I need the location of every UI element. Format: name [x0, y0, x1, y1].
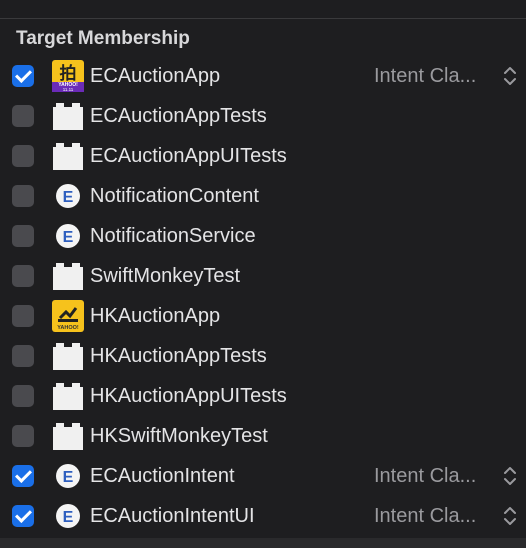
target-row: HKAuctionAppTests — [0, 336, 526, 376]
section-title: Target Membership — [16, 28, 190, 49]
target-checkbox[interactable] — [12, 185, 34, 207]
target-checkbox[interactable] — [12, 345, 34, 367]
target-name: ECAuctionApp — [90, 65, 221, 87]
target-checkbox[interactable] — [12, 225, 34, 247]
bundle-icon — [52, 340, 84, 372]
target-row: HKSwiftMonkeyTest — [0, 416, 526, 456]
svg-text:11.11: 11.11 — [63, 87, 74, 92]
svg-text:拍: 拍 — [60, 63, 77, 84]
target-row: YAHOO! HKAuctionApp — [0, 296, 526, 336]
target-checkbox[interactable] — [12, 265, 34, 287]
target-checkbox[interactable] — [12, 465, 34, 487]
chevron-updown-icon[interactable] — [502, 464, 518, 488]
extension-icon: E — [52, 460, 84, 492]
bundle-icon — [52, 100, 84, 132]
extension-icon: E — [52, 220, 84, 252]
target-checkbox[interactable] — [12, 385, 34, 407]
bundle-icon — [52, 380, 84, 412]
target-row: ECAuctionAppUITests — [0, 136, 526, 176]
target-name: ECAuctionAppUITests — [90, 145, 287, 167]
target-row: HKAuctionAppUITests — [0, 376, 526, 416]
target-name: ECAuctionAppTests — [90, 105, 267, 127]
target-row: E NotificationService — [0, 216, 526, 256]
bottom-edge — [0, 538, 526, 548]
chevron-updown-icon[interactable] — [502, 64, 518, 88]
chevron-updown-icon[interactable] — [502, 504, 518, 528]
target-row: SwiftMonkeyTest — [0, 256, 526, 296]
target-checkbox[interactable] — [12, 505, 34, 527]
target-row: E NotificationContent — [0, 176, 526, 216]
bundle-icon — [52, 140, 84, 172]
target-checkbox[interactable] — [12, 305, 34, 327]
target-row: E ECAuctionIntentUI Intent Cla... — [0, 496, 526, 536]
target-membership-list: 拍 YAHOO! 11.11 ECAuctionApp Intent Cla... ECA… — [0, 56, 526, 536]
target-checkbox[interactable] — [12, 65, 34, 87]
target-row: E ECAuctionIntent Intent Cla... — [0, 456, 526, 496]
extension-icon: E — [52, 180, 84, 212]
svg-text:E: E — [63, 189, 74, 206]
target-name: SwiftMonkeyTest — [90, 265, 241, 287]
target-name: HKSwiftMonkeyTest — [90, 425, 268, 447]
target-checkbox[interactable] — [12, 425, 34, 447]
target-checkbox[interactable] — [12, 145, 34, 167]
bundle-icon — [52, 260, 84, 292]
target-name: ECAuctionIntentUI — [90, 505, 255, 527]
svg-text:YAHOO!: YAHOO! — [57, 325, 79, 331]
top-divider — [0, 18, 526, 19]
target-row: ECAuctionAppTests — [0, 96, 526, 136]
app-icon-yahoo-hk: YAHOO! — [52, 300, 84, 332]
target-role-popup[interactable]: Intent Cla... — [374, 505, 476, 528]
extension-icon: E — [52, 500, 84, 532]
target-name: NotificationService — [90, 225, 256, 247]
target-name: HKAuctionApp — [90, 305, 221, 327]
svg-text:E: E — [63, 509, 74, 526]
target-name: HKAuctionAppTests — [90, 345, 267, 367]
target-name: ECAuctionIntent — [90, 465, 235, 487]
bundle-icon — [52, 420, 84, 452]
target-checkbox[interactable] — [12, 105, 34, 127]
target-name: HKAuctionAppUITests — [90, 385, 287, 407]
svg-text:E: E — [63, 229, 74, 246]
target-role-popup[interactable]: Intent Cla... — [374, 65, 476, 88]
target-row: 拍 YAHOO! 11.11 ECAuctionApp Intent Cla... — [0, 56, 526, 96]
target-role-popup[interactable]: Intent Cla... — [374, 465, 476, 488]
app-icon-yahoo-1111: 拍 YAHOO! 11.11 — [52, 60, 84, 92]
svg-text:E: E — [63, 469, 74, 486]
target-name: NotificationContent — [90, 185, 259, 207]
